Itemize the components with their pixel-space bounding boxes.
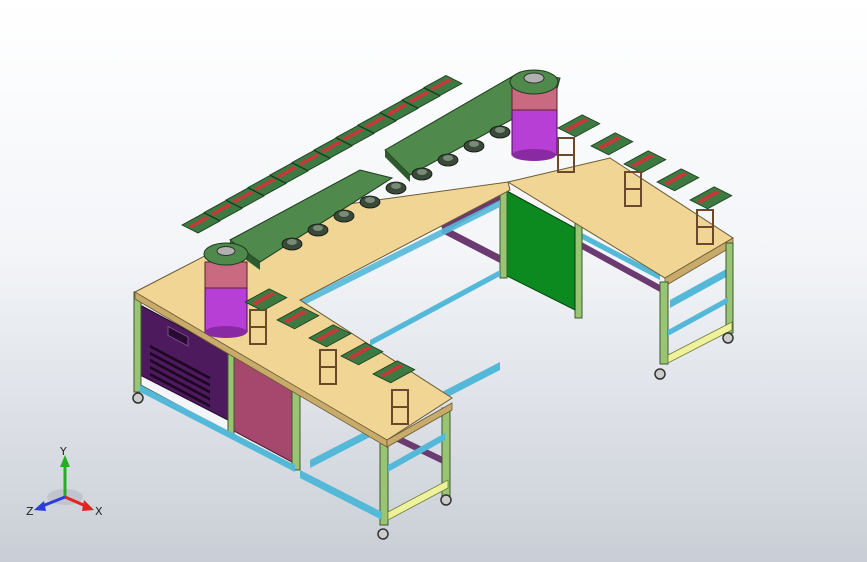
assembly-model[interactable] bbox=[0, 0, 867, 562]
work-nest bbox=[437, 153, 459, 167]
work-nest bbox=[281, 237, 303, 251]
fixture bbox=[590, 132, 634, 156]
fixture bbox=[623, 150, 667, 174]
graphics-viewport[interactable]: Y X Z bbox=[0, 0, 867, 562]
z-axis-label: Z bbox=[26, 505, 34, 518]
work-nest bbox=[411, 167, 433, 181]
work-nest bbox=[307, 223, 329, 237]
left-drum bbox=[203, 242, 249, 338]
work-nest bbox=[359, 195, 381, 209]
fixture bbox=[689, 186, 733, 210]
orientation-triad[interactable]: Y X Z bbox=[20, 445, 110, 525]
y-axis-label: Y bbox=[59, 445, 67, 458]
work-nest bbox=[489, 125, 511, 139]
x-arrow-icon bbox=[82, 500, 94, 511]
work-nest bbox=[385, 181, 407, 195]
work-nest bbox=[463, 139, 485, 153]
x-axis-label: X bbox=[95, 505, 103, 518]
right-drum bbox=[509, 69, 559, 161]
fixture bbox=[557, 114, 601, 138]
z-arrow-icon bbox=[34, 501, 46, 511]
fixture bbox=[656, 168, 700, 192]
work-nest bbox=[333, 209, 355, 223]
